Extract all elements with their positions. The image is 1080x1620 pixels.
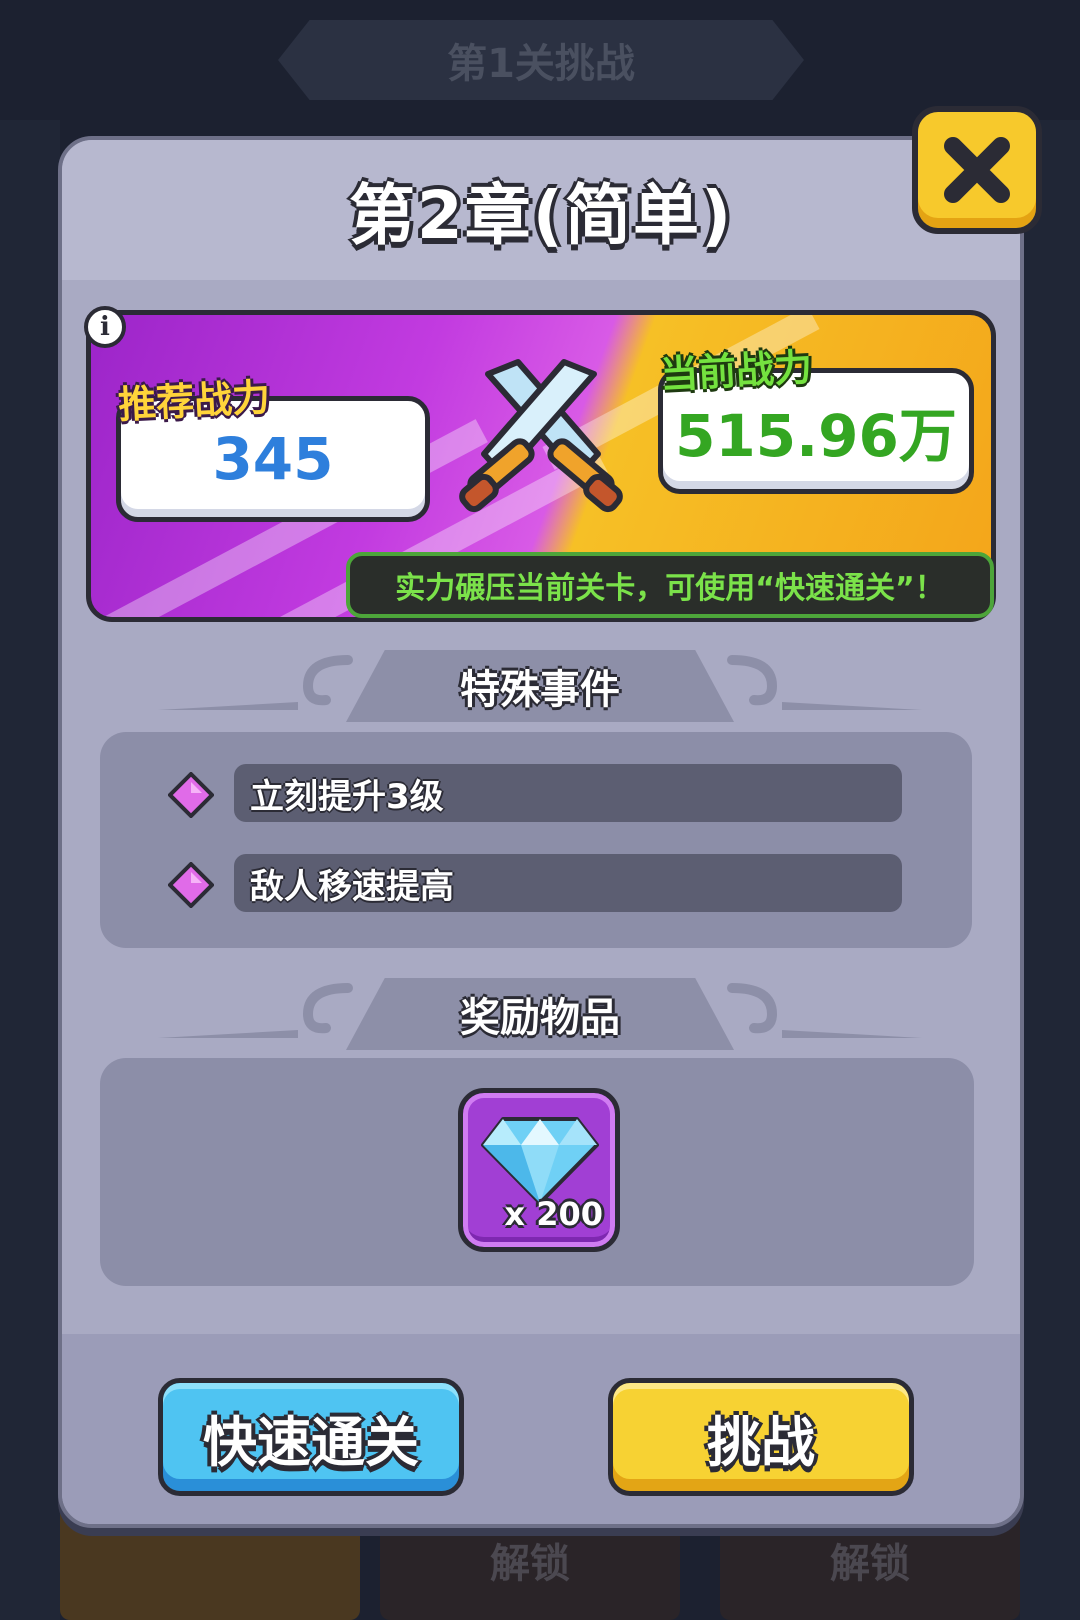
event-label: 敌人移速提高 <box>250 866 454 907</box>
close-x-icon <box>944 137 1010 203</box>
events-header-label: 特殊事件 <box>460 667 620 713</box>
quick-clear-hint: 实力碾压当前关卡，可使用“快速通关”！ <box>346 552 994 618</box>
curl-ornament-icon <box>302 983 353 1034</box>
reward-item-diamond[interactable]: x 200 <box>458 1088 620 1252</box>
header-line-decoration <box>782 1030 922 1038</box>
current-power-label: 当前战力 <box>659 345 814 397</box>
event-bar: 立刻提升3级 <box>234 764 902 822</box>
rewards-header-plate: 奖励物品 <box>346 978 734 1050</box>
purple-gem-icon <box>168 772 214 818</box>
dialog-title: 第2章(简单) <box>348 177 734 254</box>
list-item: 敌人移速提高 <box>168 854 904 914</box>
header-line-decoration <box>158 1030 298 1038</box>
current-power-value: 515.96万 <box>675 402 957 470</box>
challenge-button[interactable]: 挑战 <box>608 1378 914 1496</box>
crossed-swords-icon <box>459 359 623 513</box>
curl-ornament-icon <box>727 655 778 706</box>
background-stage-banner: 第1关挑战 <box>278 20 804 100</box>
diamond-icon <box>481 1117 599 1205</box>
background-right-edge <box>1020 120 1080 1620</box>
event-label: 立刻提升3级 <box>250 776 444 817</box>
info-icon[interactable]: i <box>84 306 126 348</box>
background-stage-banner-label: 第1关挑战 <box>447 41 635 87</box>
background-left-edge <box>0 120 60 1620</box>
events-section-header: 特殊事件 <box>158 646 922 722</box>
recommended-power-label: 推荐战力 <box>117 375 272 427</box>
curl-ornament-icon <box>302 655 353 706</box>
quick-clear-button[interactable]: 快速通关 <box>158 1378 464 1496</box>
quick-clear-button-label: 快速通关 <box>203 1410 419 1474</box>
purple-gem-icon <box>168 862 214 908</box>
reward-count: x 200 <box>504 1195 603 1233</box>
challenge-button-label: 挑战 <box>707 1410 815 1474</box>
rewards-section-header: 奖励物品 <box>158 974 922 1050</box>
rewards-header-label: 奖励物品 <box>460 995 620 1041</box>
header-line-decoration <box>158 702 298 710</box>
curl-ornament-icon <box>727 983 778 1034</box>
events-header-plate: 特殊事件 <box>346 650 734 722</box>
locked-card-label: 解锁 <box>830 1541 910 1587</box>
header-line-decoration <box>782 702 922 710</box>
list-item: 立刻提升3级 <box>168 764 904 824</box>
quick-clear-hint-text: 实力碾压当前关卡，可使用“快速通关”！ <box>395 571 945 606</box>
close-button[interactable] <box>912 106 1042 234</box>
dialog-header: 第2章(简单) <box>62 140 1020 280</box>
recommended-power-value: 345 <box>212 425 334 493</box>
event-bar: 敌人移速提高 <box>234 854 902 912</box>
locked-card-label: 解锁 <box>490 1541 570 1587</box>
